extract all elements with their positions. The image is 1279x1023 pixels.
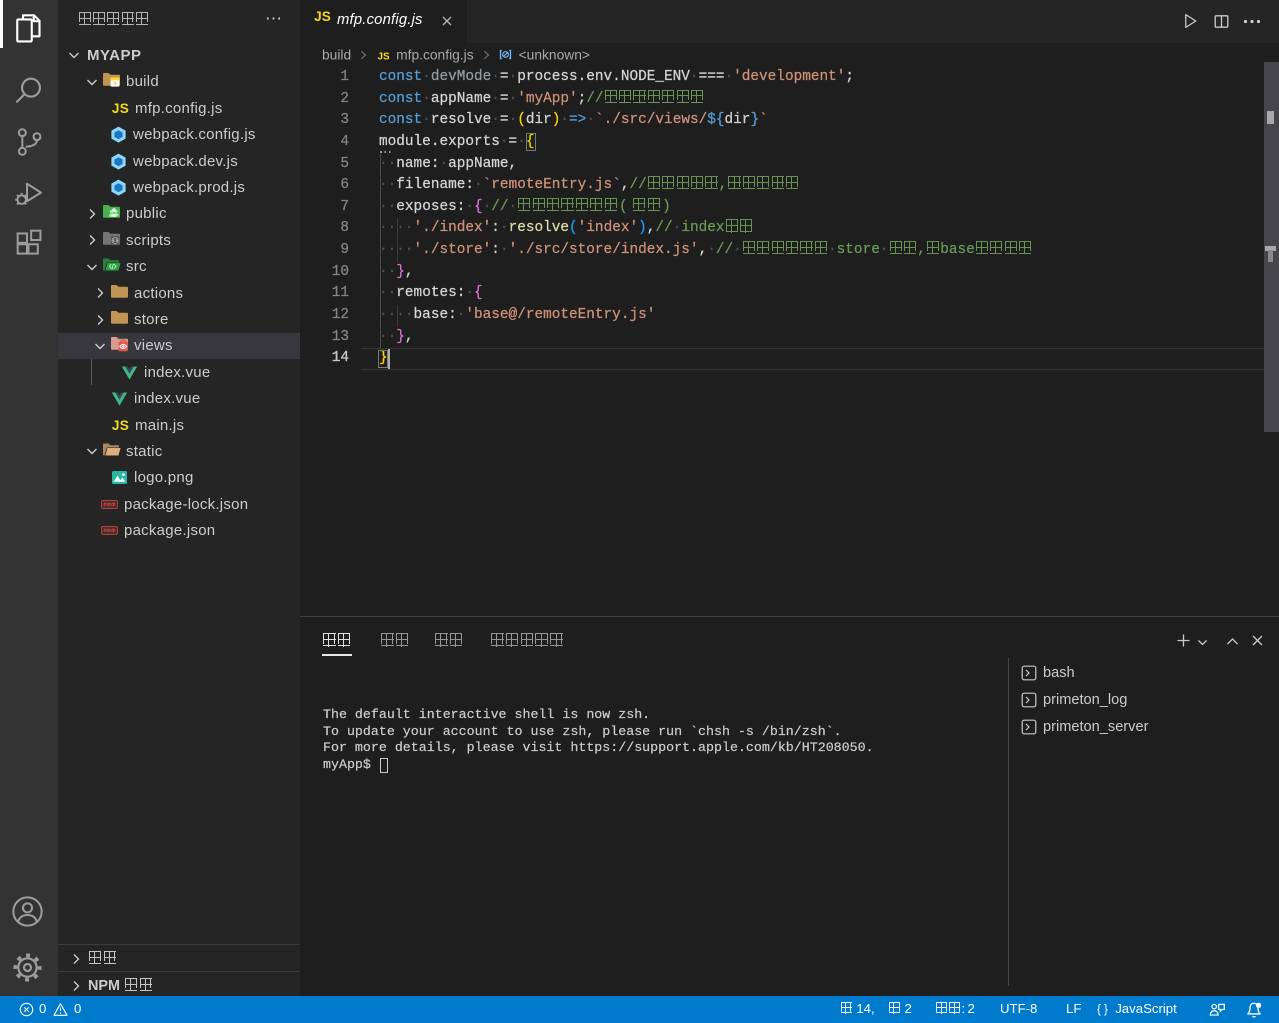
svg-text:JS: JS bbox=[112, 417, 129, 432]
svg-text:JS: JS bbox=[378, 51, 390, 62]
svg-text:JS: JS bbox=[112, 100, 129, 115]
svg-text:JS: JS bbox=[314, 9, 331, 24]
